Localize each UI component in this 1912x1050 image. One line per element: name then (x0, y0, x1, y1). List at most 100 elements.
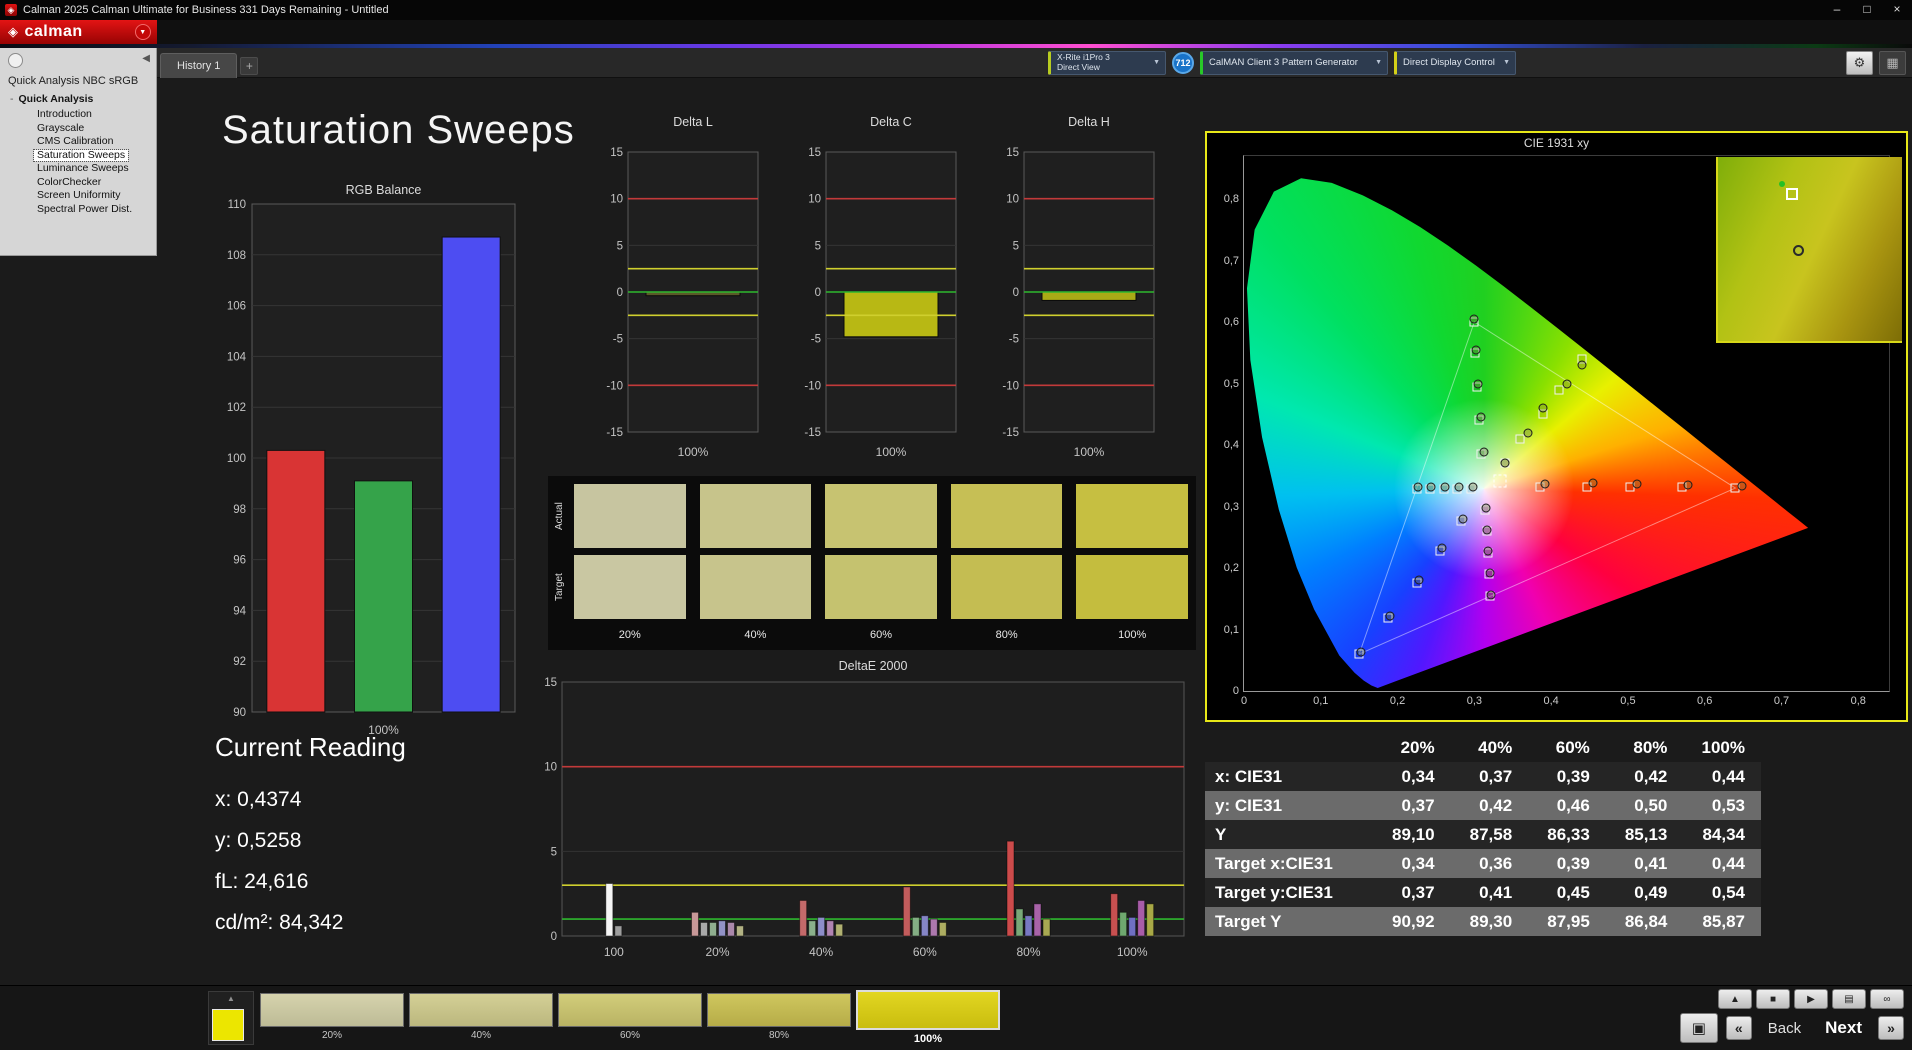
sidebar-item-cms-calibration[interactable]: CMS Calibration (34, 135, 116, 148)
sidebar-item-spectral-power-dist[interactable]: Spectral Power Dist. (34, 203, 135, 216)
sidebar-item-luminance-sweeps[interactable]: Luminance Sweeps (34, 162, 132, 175)
pattern-swatch-40%[interactable]: 40% (409, 993, 553, 1041)
table-value-cell: 89,10 (1392, 824, 1435, 844)
svg-text:-10: -10 (804, 380, 821, 392)
cie-x-tick: 0,8 (1850, 695, 1866, 707)
pattern-generator-label: CalMAN Client 3 Pattern Generator (1209, 57, 1358, 68)
workflow-sidebar: ◀ Quick Analysis NBC sRGB - Quick Analysi… (0, 48, 157, 256)
patch-grid: 20% 40% 60% 80% 100% (574, 484, 1188, 644)
sidebar-item-grayscale[interactable]: Grayscale (34, 122, 87, 135)
inset-target-marker (1786, 188, 1799, 201)
svg-text:-5: -5 (613, 334, 623, 346)
meter-count-badge[interactable]: 712 (1172, 51, 1194, 74)
patch-row-label-target: Target (554, 573, 565, 601)
table-value-cell: 0,46 (1556, 795, 1590, 815)
calman-logo-icon: ◈ (8, 24, 19, 39)
svg-text:40%: 40% (809, 945, 833, 959)
transport-row-bottom: ▣ « Back Next » (1679, 1013, 1904, 1043)
eject-button[interactable]: ▲ (1718, 989, 1752, 1009)
sidebar-collapse-button[interactable]: ◀ (142, 53, 150, 64)
svg-text:106: 106 (227, 301, 246, 313)
stop-icon: ■ (1769, 993, 1777, 1005)
svg-text:Delta C: Delta C (870, 115, 912, 129)
stop-button[interactable]: ■ (1756, 989, 1790, 1009)
svg-text:80%: 80% (1016, 945, 1040, 959)
play-button[interactable]: ▶ (1794, 989, 1828, 1009)
sidebar-item-introduction[interactable]: Introduction (34, 108, 95, 121)
svg-text:-5: -5 (1009, 334, 1019, 346)
display-control-dropdown[interactable]: Direct Display Control ▼ (1394, 50, 1516, 75)
tab-history-1[interactable]: History 1 (160, 52, 238, 78)
cie-x-tick: 0,1 (1313, 695, 1329, 707)
svg-text:0: 0 (815, 287, 821, 299)
display-control-label: Direct Display Control (1403, 57, 1495, 68)
meter-dropdown[interactable]: X-Rite i1Pro 3 Direct View ▼ (1048, 50, 1166, 75)
pattern-swatch-20%[interactable]: 20% (260, 993, 404, 1041)
cie-y-tick: 0,8 (1223, 193, 1239, 206)
maximize-button[interactable]: □ (1852, 0, 1882, 20)
sidebar-item-saturation-sweeps[interactable]: Saturation Sweeps (32, 148, 130, 162)
inset-measured-marker (1793, 245, 1805, 257)
cie-measured-point (1577, 360, 1587, 370)
svg-text:-15: -15 (804, 427, 821, 439)
cie-y-tick: 0,5 (1223, 377, 1239, 390)
meter-mode: Direct View (1057, 61, 1100, 72)
back-button[interactable]: Back (1768, 1020, 1801, 1037)
table-value-cell: 0,34 (1401, 766, 1435, 786)
table-row-y-cie31: y: CIE31 0,37 0,42 0,46 0,50 0,53 (1205, 791, 1761, 820)
next-chevron-button[interactable]: » (1878, 1016, 1904, 1040)
svg-text:100: 100 (227, 453, 246, 465)
sidebar-item-colorchecker[interactable]: ColorChecker (34, 176, 104, 189)
settings-button[interactable]: ⚙ (1846, 50, 1873, 75)
pattern-generator-dropdown[interactable]: CalMAN Client 3 Pattern Generator ▼ (1200, 50, 1388, 75)
layout-button[interactable]: ▦ (1879, 50, 1906, 75)
workflow-tree: Introduction Grayscale CMS Calibration Satu… (0, 108, 156, 217)
table-row-label: Target y:CIE31 (1215, 882, 1333, 902)
svg-text:100%: 100% (678, 445, 709, 459)
pattern-swatch-100%[interactable]: 100% (856, 990, 1000, 1045)
loop-button[interactable]: ∞ (1870, 989, 1904, 1009)
calman-logo-text: calman (24, 23, 83, 40)
pattern-swatch-80%[interactable]: 80% (707, 993, 851, 1041)
svg-text:10: 10 (610, 194, 623, 206)
cie-target-point (1554, 385, 1564, 395)
patch-column-label: 100% (1118, 629, 1147, 641)
pattern-preview-swatch (212, 1009, 244, 1041)
next-button[interactable]: Next (1825, 1018, 1862, 1038)
pattern-preview[interactable]: ▲ (208, 991, 254, 1045)
svg-text:102: 102 (227, 402, 246, 414)
sidebar-menu-button[interactable] (8, 53, 23, 68)
swatch-label: 80% (768, 1030, 789, 1041)
target-patch-40% (699, 555, 812, 619)
pattern-window-button[interactable]: ▣ (1679, 1013, 1718, 1043)
save-icon: ▤ (1844, 993, 1854, 1005)
delta-c-chart: Delta C -15 -10 -5 0 5 10 15 100% (790, 112, 962, 474)
close-button[interactable]: × (1882, 0, 1912, 20)
swatch-color (856, 990, 1000, 1030)
add-tab-button[interactable]: + (240, 56, 259, 75)
table-row-target-y: Target Y 90,92 89,30 87,95 86,84 85,87 (1205, 907, 1761, 936)
svg-text:0: 0 (617, 287, 623, 299)
cie-measured-point (1540, 479, 1550, 489)
window-controls: – □ × (1822, 0, 1912, 20)
table-value-cell: 0,37 (1401, 882, 1435, 902)
save-button[interactable]: ▤ (1832, 989, 1866, 1009)
minimize-button[interactable]: – (1822, 0, 1852, 20)
sidebar-item-screen-uniformity[interactable]: Screen Uniformity (34, 189, 123, 202)
table-value-cell: 0,49 (1634, 882, 1668, 902)
chevron-down-icon: ▼ (1503, 59, 1510, 66)
pattern-swatch-60%[interactable]: 60% (558, 993, 702, 1041)
main-menu-button[interactable]: ▼ (135, 24, 151, 40)
cie-measured-point (1473, 379, 1483, 389)
reading-fl: fL: 24,616 (215, 870, 309, 893)
table-value-cell: 0,41 (1634, 853, 1668, 873)
reading-y: y: 0,5258 (215, 829, 302, 852)
back-chevron-button[interactable]: « (1725, 1016, 1752, 1040)
table-header-cell: 80% (1633, 737, 1668, 757)
table-row-target-y-cie31: Target y:CIE31 0,37 0,41 0,45 0,49 0,54 (1205, 878, 1761, 907)
tree-expander-icon[interactable]: - (10, 93, 14, 105)
actual-patch-60% (825, 484, 937, 548)
chevron-right-icon: » (1887, 1020, 1895, 1036)
gear-icon: ⚙ (1853, 54, 1866, 70)
tree-root-quick-analysis[interactable]: - Quick Analysis (10, 93, 93, 105)
